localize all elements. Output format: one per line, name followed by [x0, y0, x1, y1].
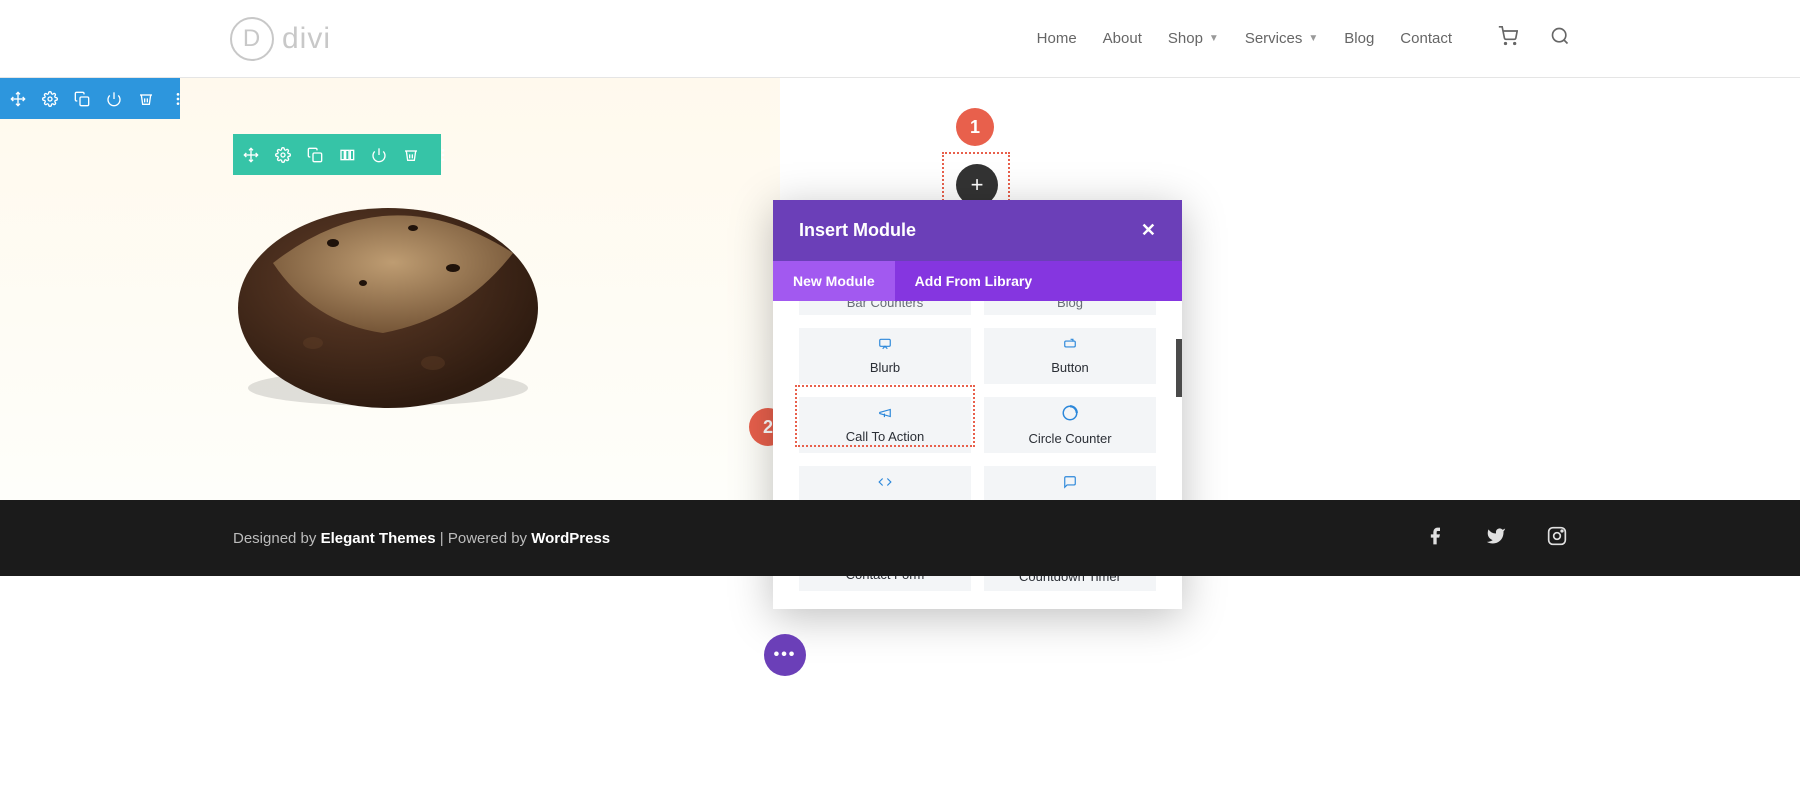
site-logo[interactable]: D divi — [230, 17, 331, 61]
tab-add-from-library[interactable]: Add From Library — [895, 261, 1052, 301]
footer-link-wordpress[interactable]: WordPress — [531, 530, 610, 547]
nav-blog[interactable]: Blog — [1344, 30, 1374, 47]
footer-credits: Designed by Elegant Themes | Powered by … — [233, 530, 610, 547]
site-header: D divi Home About Shop▼ Services▼ Blog C… — [0, 0, 1800, 78]
more-icon[interactable] — [435, 146, 451, 164]
module-card-blurb[interactable]: Blurb — [799, 328, 971, 384]
nav-about[interactable]: About — [1103, 30, 1142, 47]
site-footer: Designed by Elegant Themes | Powered by … — [0, 500, 1800, 576]
duplicate-icon[interactable] — [307, 146, 323, 164]
twitter-icon[interactable] — [1485, 526, 1507, 550]
builder-fab[interactable]: ••• — [764, 634, 806, 676]
section-toolbar — [0, 78, 180, 119]
chevron-down-icon: ▼ — [1308, 33, 1318, 44]
content-image — [233, 173, 543, 411]
module-card-circle-counter[interactable]: Circle Counter — [984, 397, 1156, 453]
duplicate-icon[interactable] — [74, 90, 90, 108]
page-canvas: 1 + 2 Insert Module ✕ New Module Add Fro… — [0, 78, 1800, 598]
cart-icon[interactable] — [1498, 26, 1518, 51]
circle-counter-icon — [1061, 404, 1079, 425]
logo-mark: D — [230, 17, 274, 61]
tab-new-module[interactable]: New Module — [773, 261, 895, 301]
footer-link-elegant-themes[interactable]: Elegant Themes — [321, 530, 436, 547]
move-icon[interactable] — [10, 90, 26, 108]
module-card-blog[interactable]: Blog — [984, 301, 1156, 315]
nav-services[interactable]: Services▼ — [1245, 30, 1318, 47]
trash-icon[interactable] — [138, 90, 154, 108]
close-icon[interactable]: ✕ — [1141, 220, 1156, 241]
megaphone-icon — [876, 406, 894, 423]
module-card-call-to-action[interactable]: Call To Action — [799, 397, 971, 453]
chevron-down-icon: ▼ — [1209, 33, 1219, 44]
instagram-icon[interactable] — [1547, 526, 1567, 550]
nav-home[interactable]: Home — [1037, 30, 1077, 47]
module-card-button[interactable]: Button — [984, 328, 1156, 384]
nav-shop[interactable]: Shop▼ — [1168, 30, 1219, 47]
modal-tabs: New Module Add From Library — [773, 261, 1182, 301]
facebook-icon[interactable] — [1425, 526, 1445, 550]
gear-icon[interactable] — [275, 146, 291, 164]
footer-social — [1425, 526, 1567, 550]
primary-nav: Home About Shop▼ Services▼ Blog Contact — [1037, 26, 1570, 51]
row-toolbar — [233, 134, 441, 175]
search-icon[interactable] — [1550, 26, 1570, 51]
nav-contact[interactable]: Contact — [1400, 30, 1452, 47]
button-icon — [1061, 337, 1079, 354]
power-icon[interactable] — [106, 90, 122, 108]
more-icon[interactable] — [170, 90, 186, 108]
modal-title: Insert Module — [799, 220, 916, 241]
logo-text: divi — [282, 22, 331, 56]
power-icon[interactable] — [371, 146, 387, 164]
trash-icon[interactable] — [403, 146, 419, 164]
code-icon — [876, 475, 894, 492]
scrollbar[interactable] — [1176, 339, 1182, 397]
gear-icon[interactable] — [42, 90, 58, 108]
comments-icon — [1061, 475, 1079, 492]
blurb-icon — [876, 337, 894, 354]
move-icon[interactable] — [243, 146, 259, 164]
module-card-bar-counters[interactable]: Bar Counters — [799, 301, 971, 315]
modal-header[interactable]: Insert Module ✕ — [773, 200, 1182, 261]
columns-icon[interactable] — [339, 146, 355, 164]
annotation-badge-1: 1 — [956, 108, 994, 146]
